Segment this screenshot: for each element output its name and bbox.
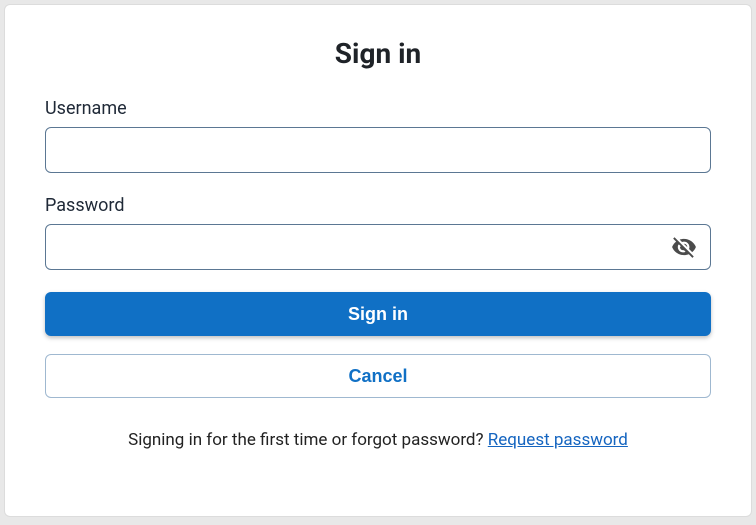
signin-button[interactable]: Sign in [45,292,711,336]
footer-text: Signing in for the first time or forgot … [45,430,711,450]
footer-prompt: Signing in for the first time or forgot … [128,430,488,450]
cancel-button[interactable]: Cancel [45,354,711,398]
signin-card: Sign in Username Password Sign in Cancel… [4,4,752,517]
toggle-password-visibility-button[interactable] [667,230,701,264]
username-input[interactable] [45,127,711,173]
password-wrapper [45,224,711,270]
password-group: Password [45,195,711,270]
request-password-link[interactable]: Request password [488,430,628,450]
password-label: Password [45,195,711,216]
password-input[interactable] [45,224,711,270]
username-label: Username [45,98,711,119]
page-title: Sign in [45,37,711,70]
username-group: Username [45,98,711,173]
eye-off-icon [671,234,697,260]
